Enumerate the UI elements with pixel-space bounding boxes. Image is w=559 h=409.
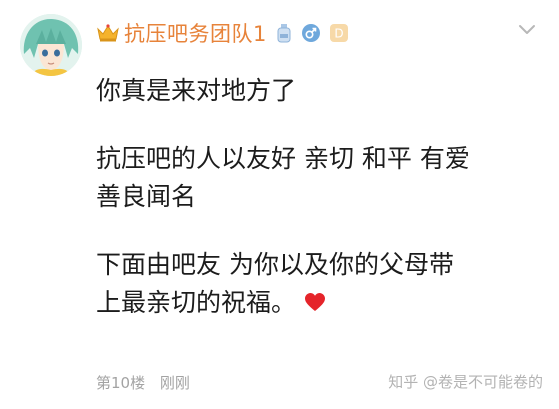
heart-icon <box>305 293 326 311</box>
post-footer: 第10楼 刚刚 <box>96 372 190 393</box>
level-badge-icon: D <box>329 24 348 42</box>
post-time: 刚刚 <box>159 374 190 392</box>
male-gender-icon <box>301 24 320 42</box>
chevron-down-icon[interactable] <box>517 22 537 36</box>
forum-post: 抗压吧务团队1 D 你真是来对地方了 抗压吧的人以友好 亲切 和平 有爱 善良闻… <box>0 0 559 409</box>
content-line-text: 上最亲切的祝福。 <box>96 288 297 317</box>
post-header: 抗压吧务团队1 D <box>96 18 349 48</box>
floor-number: 第10楼 <box>96 374 146 392</box>
crown-icon <box>97 24 119 42</box>
content-line: 你真是来对地方了 <box>96 76 297 105</box>
content-line: 善良闻名 <box>96 182 197 211</box>
svg-text:D: D <box>334 27 343 41</box>
bottle-badge-icon <box>277 24 291 43</box>
username[interactable]: 抗压吧务团队1 <box>124 18 267 48</box>
content-line-last: 上最亲切的祝福。 <box>96 284 546 322</box>
post-content: 你真是来对地方了 抗压吧的人以友好 亲切 和平 有爱 善良闻名 下面由吧友 为你… <box>96 72 546 322</box>
avatar[interactable] <box>20 14 82 76</box>
anime-avatar-icon <box>20 14 82 76</box>
content-line: 抗压吧的人以友好 亲切 和平 有爱 <box>96 144 470 173</box>
watermark: 知乎 @卷是不可能卷的 <box>388 373 543 391</box>
content-line: 下面由吧友 为你以及你的父母带 <box>96 250 454 279</box>
